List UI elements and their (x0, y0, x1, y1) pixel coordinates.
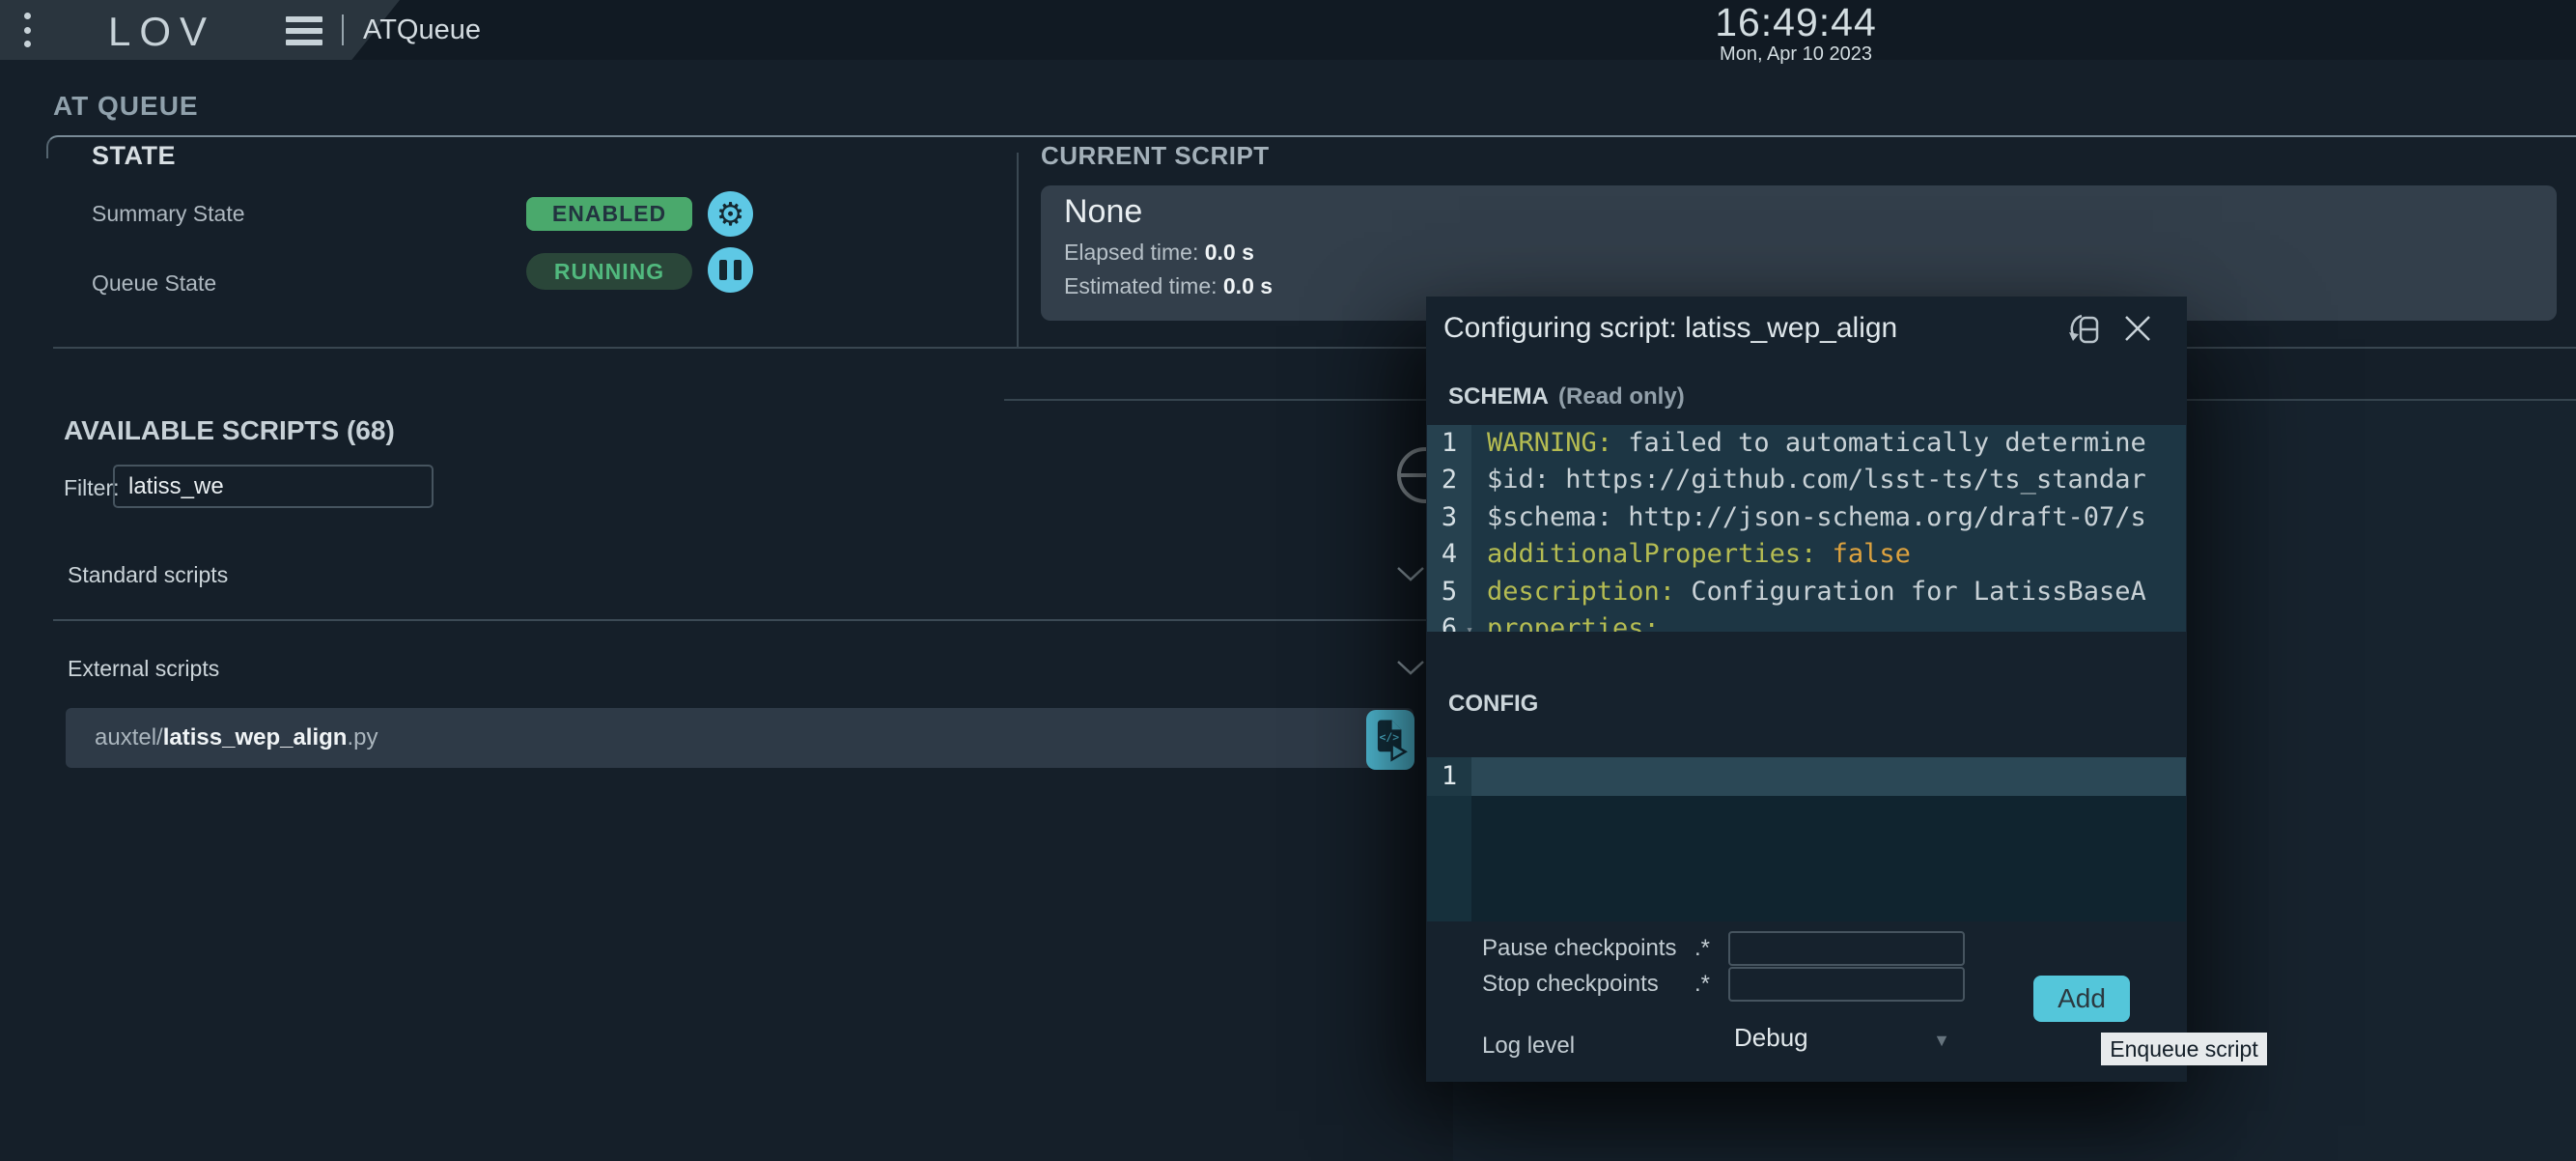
add-button[interactable]: Add (2033, 976, 2130, 1022)
current-script-name: None (1064, 193, 1142, 231)
love-logo: LOV (108, 9, 215, 55)
pause-checkpoints-label: Pause checkpoints (1482, 935, 1676, 962)
group-divider (53, 619, 1439, 621)
pause-checkpoints-input[interactable] (1728, 931, 1965, 966)
log-level-value: Debug (1734, 1023, 1808, 1053)
schema-code-line: 3$schema: http://json-schema.org/draft-0… (1427, 499, 2186, 536)
panel-top-border (46, 135, 2576, 158)
close-icon (2122, 313, 2153, 344)
top-bar: LOV ATQueue 16:49:44 Mon, Apr 10 2023 (0, 0, 2576, 60)
column-divider (1017, 153, 1019, 347)
log-level-label: Log level (1482, 1033, 1575, 1060)
menu-icon[interactable] (17, 13, 37, 47)
atqueue-page: LOV ATQueue 16:49:44 Mon, Apr 10 2023 AT… (0, 0, 2576, 1161)
pause-queue-button[interactable] (708, 247, 753, 293)
standard-scripts-label: Standard scripts (68, 562, 228, 588)
estimated-time-row: Estimated time: 0.0 s (1064, 273, 1273, 299)
enqueue-script-tooltip: Enqueue script (2101, 1033, 2267, 1065)
external-scripts-label: External scripts (68, 656, 219, 682)
horizontal-divider-top (53, 347, 2576, 349)
schema-readonly-label: (Read only) (1558, 383, 1685, 410)
log-level-select[interactable]: Debug ▼ (1728, 1019, 1960, 1058)
modal-title: Configuring script: latiss_wep_align (1443, 312, 1897, 345)
app-title: ATQueue (363, 14, 481, 46)
pause-icon (719, 260, 742, 280)
filter-input[interactable] (113, 465, 434, 508)
script-path: auxtel/latiss_wep_align.py (95, 708, 378, 768)
script-launch-icon: </> (1373, 717, 1408, 763)
queue-state-label: Queue State (92, 270, 216, 297)
resize-icon (2067, 310, 2104, 347)
script-list-item[interactable]: auxtel/latiss_wep_align.py (66, 708, 1414, 768)
clock-time: 16:49:44 (1692, 0, 1900, 44)
available-scripts-heading: AVAILABLE SCRIPTS (68) (64, 415, 395, 446)
svg-text:</>: </> (1380, 730, 1400, 744)
resize-button[interactable] (2067, 310, 2104, 347)
current-script-heading: CURRENT SCRIPT (1041, 141, 1270, 171)
summary-state-label: Summary State (92, 201, 245, 227)
schema-code-line: 1WARNING: failed to automatically determ… (1427, 425, 2186, 462)
pause-checkpoints-regex-hint: .* (1694, 935, 1710, 962)
config-heading: CONFIG (1448, 691, 1538, 718)
elapsed-time-row: Elapsed time: 0.0 s (1064, 240, 1254, 266)
elapsed-time-value: 0.0 s (1205, 240, 1254, 265)
estimated-time-value: 0.0 s (1223, 273, 1273, 298)
schema-code-line: 5description: Configuration for LatissBa… (1427, 574, 2186, 610)
queue-state-badge: RUNNING (526, 253, 692, 290)
schema-heading: SCHEMA(Read only) (1448, 383, 1685, 411)
chevron-down-icon (1396, 660, 1425, 681)
dropdown-caret-icon: ▼ (1933, 1031, 1950, 1051)
page-title: AT QUEUE (53, 91, 199, 122)
clock: 16:49:44 Mon, Apr 10 2023 (1692, 0, 1900, 64)
config-code-line: 1 (1427, 757, 2186, 796)
stop-checkpoints-input[interactable] (1728, 967, 1965, 1002)
standard-scripts-group[interactable]: Standard scripts (53, 551, 1439, 597)
external-scripts-group[interactable]: External scripts (53, 644, 1439, 691)
state-heading: STATE (92, 141, 176, 171)
filter-label: Filter: (64, 475, 120, 501)
love-logo-e-icon (286, 16, 322, 45)
chevron-down-icon (1396, 566, 1425, 587)
logo-separator (342, 14, 344, 45)
schema-editor[interactable]: 1WARNING: failed to automatically determ… (1427, 425, 2186, 632)
schema-code-line: 2$id: https://github.com/lsst-ts/ts_stan… (1427, 462, 2186, 498)
fold-caret-icon: ▾ (1466, 612, 1473, 632)
configure-script-button[interactable]: </> (1366, 710, 1414, 770)
stop-checkpoints-label: Stop checkpoints (1482, 971, 1659, 998)
stop-checkpoints-regex-hint: .* (1694, 971, 1710, 998)
gear-icon: ⚙ (716, 198, 745, 230)
summary-state-badge: ENABLED (526, 197, 692, 231)
schema-code-line: 4additionalProperties: false (1427, 536, 2186, 573)
summary-state-command-button[interactable]: ⚙ (708, 191, 753, 237)
clock-date: Mon, Apr 10 2023 (1692, 44, 1900, 64)
close-modal-button[interactable] (2119, 310, 2156, 347)
schema-code-line: 6▾properties: (1427, 610, 2186, 632)
config-editor[interactable]: 1 (1427, 757, 2186, 921)
configure-script-modal: Configuring script: latiss_wep_align SCH… (1426, 297, 2187, 1082)
